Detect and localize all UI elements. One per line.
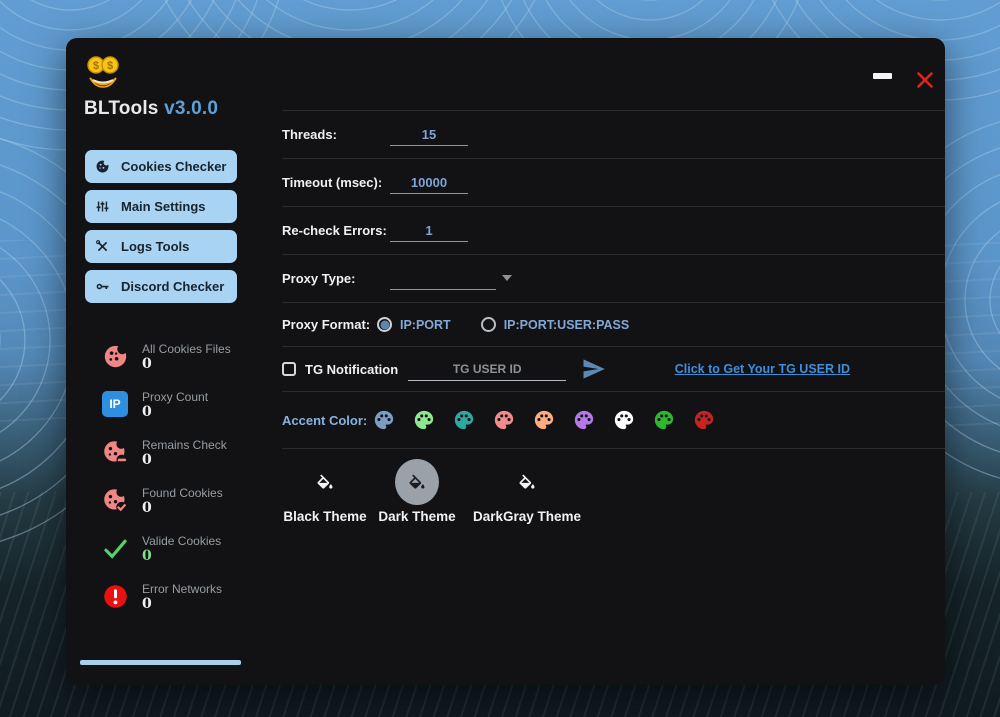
tg-user-id-link[interactable]: Click to Get Your TG USER ID bbox=[675, 362, 850, 376]
theme-buttons: Black Theme Dark Theme DarkGray Theme bbox=[282, 449, 945, 524]
palette-icon-teal[interactable] bbox=[453, 409, 475, 431]
radio-circle-icon bbox=[481, 317, 496, 332]
sliders-icon bbox=[95, 199, 110, 214]
palette-icon-lightgreen[interactable] bbox=[413, 409, 435, 431]
recheck-errors-row: Re-check Errors: bbox=[282, 207, 945, 255]
chevron-down-icon bbox=[502, 275, 512, 281]
theme-darkgray-button[interactable]: DarkGray Theme bbox=[468, 459, 586, 524]
error-icon bbox=[102, 583, 129, 610]
stat-label: Valide Cookies bbox=[142, 533, 221, 548]
nav-label: Main Settings bbox=[121, 199, 206, 214]
palette-icon-peach[interactable] bbox=[533, 409, 555, 431]
stat-all-cookies-files: All Cookies Files 0 bbox=[102, 341, 231, 389]
cookie-check-icon bbox=[102, 487, 129, 514]
nav-label: Discord Checker bbox=[121, 279, 224, 294]
threads-input[interactable] bbox=[390, 124, 468, 146]
send-icon[interactable] bbox=[581, 358, 607, 380]
proxy-format-radio-group: IP:PORT IP:PORT:USER:PASS bbox=[377, 317, 629, 332]
proxy-format-label: Proxy Format: bbox=[282, 317, 377, 332]
sidebar-nav: Cookies Checker Main Settings Logs Tools… bbox=[85, 150, 237, 310]
accent-color-swatches bbox=[373, 409, 715, 431]
stat-remains-check: Remains Check 0 bbox=[102, 437, 231, 485]
stat-value: 0 bbox=[142, 548, 221, 565]
timeout-row: Timeout (msec): bbox=[282, 159, 945, 207]
proxy-type-select[interactable] bbox=[390, 268, 496, 290]
ip-badge-icon: IP bbox=[102, 391, 128, 417]
accent-color-row: Accent Color: bbox=[282, 392, 945, 449]
stat-value: 0 bbox=[142, 596, 222, 613]
tg-user-id-input[interactable] bbox=[408, 358, 566, 381]
timeout-input[interactable] bbox=[390, 172, 468, 194]
stat-value: 0 bbox=[142, 404, 208, 421]
nav-label: Logs Tools bbox=[121, 239, 189, 254]
stat-value: 0 bbox=[142, 356, 231, 373]
theme-label: Dark Theme bbox=[378, 509, 455, 524]
radio-circle-icon bbox=[377, 317, 392, 332]
svg-text:$: $ bbox=[107, 60, 113, 72]
palette-icon-green[interactable] bbox=[653, 409, 675, 431]
tg-notification-checkbox[interactable] bbox=[282, 362, 296, 376]
nav-main-settings-button[interactable]: Main Settings bbox=[85, 190, 237, 223]
nav-logs-tools-button[interactable]: Logs Tools bbox=[85, 230, 237, 263]
proxy-type-label: Proxy Type: bbox=[282, 271, 390, 286]
svg-text:$: $ bbox=[93, 60, 99, 72]
nav-label: Cookies Checker bbox=[121, 159, 227, 174]
stat-proxy-count: IP Proxy Count 0 bbox=[102, 389, 231, 437]
theme-dark-button[interactable]: Dark Theme bbox=[372, 459, 462, 524]
cookie-minus-icon bbox=[102, 439, 129, 466]
stat-label: Error Networks bbox=[142, 581, 222, 596]
theme-label: DarkGray Theme bbox=[473, 509, 581, 524]
palette-icon-steelblue[interactable] bbox=[373, 409, 395, 431]
recheck-errors-input[interactable] bbox=[390, 220, 468, 242]
money-face-icon: $ $ bbox=[83, 53, 123, 93]
timeout-label: Timeout (msec): bbox=[282, 175, 390, 190]
app-title: BLTools v3.0.0 bbox=[84, 98, 218, 120]
sidebar-progress-bar bbox=[80, 660, 241, 665]
theme-label: Black Theme bbox=[283, 509, 366, 524]
tg-notification-label: TG Notification bbox=[305, 362, 398, 377]
paint-bucket-icon bbox=[517, 473, 537, 491]
app-window: $ $ BLTools v3.0.0 Cookies Checker Main … bbox=[66, 38, 945, 685]
stat-found-cookies: Found Cookies 0 bbox=[102, 485, 231, 533]
palette-icon-salmon[interactable] bbox=[493, 409, 515, 431]
threads-label: Threads: bbox=[282, 127, 390, 142]
nav-discord-checker-button[interactable]: Discord Checker bbox=[85, 270, 237, 303]
tg-notification-row: TG Notification Click to Get Your TG USE… bbox=[282, 347, 945, 392]
radio-label: IP:PORT:USER:PASS bbox=[504, 318, 629, 332]
proxy-type-row: Proxy Type: bbox=[282, 255, 945, 303]
app-name: BLTools bbox=[84, 98, 159, 119]
threads-row: Threads: bbox=[282, 111, 945, 159]
theme-black-button[interactable]: Black Theme bbox=[282, 459, 368, 524]
cookie-icon bbox=[95, 159, 110, 174]
radio-ip-port-user-pass[interactable]: IP:PORT:USER:PASS bbox=[481, 317, 629, 332]
key-icon bbox=[95, 279, 110, 294]
stat-value: 0 bbox=[142, 500, 223, 517]
stat-valide-cookies: Valide Cookies 0 bbox=[102, 533, 231, 581]
palette-icon-violet[interactable] bbox=[573, 409, 595, 431]
recheck-errors-label: Re-check Errors: bbox=[282, 223, 390, 238]
proxy-format-row: Proxy Format: IP:PORT IP:PORT:USER:PASS bbox=[282, 303, 945, 347]
stat-label: Found Cookies bbox=[142, 485, 223, 500]
sidebar-stats: All Cookies Files 0 IP Proxy Count 0 Rem… bbox=[102, 341, 231, 629]
accent-color-label: Accent Color: bbox=[282, 413, 373, 428]
radio-label: IP:PORT bbox=[400, 318, 451, 332]
settings-panel: Threads: Timeout (msec): Re-check Errors… bbox=[282, 38, 945, 524]
stat-label: Proxy Count bbox=[142, 389, 208, 404]
stat-label: Remains Check bbox=[142, 437, 227, 452]
tools-icon bbox=[95, 239, 110, 254]
stat-error-networks: Error Networks 0 bbox=[102, 581, 231, 629]
paint-bucket-icon bbox=[407, 473, 427, 491]
palette-icon-red[interactable] bbox=[693, 409, 715, 431]
cookie-icon bbox=[102, 343, 129, 370]
check-icon bbox=[102, 535, 129, 562]
paint-bucket-icon bbox=[315, 473, 335, 491]
radio-ip-port[interactable]: IP:PORT bbox=[377, 317, 451, 332]
stat-label: All Cookies Files bbox=[142, 341, 231, 356]
app-version: v3.0.0 bbox=[164, 98, 218, 119]
palette-icon-white[interactable] bbox=[613, 409, 635, 431]
stat-value: 0 bbox=[142, 452, 227, 469]
nav-cookies-checker-button[interactable]: Cookies Checker bbox=[85, 150, 237, 183]
